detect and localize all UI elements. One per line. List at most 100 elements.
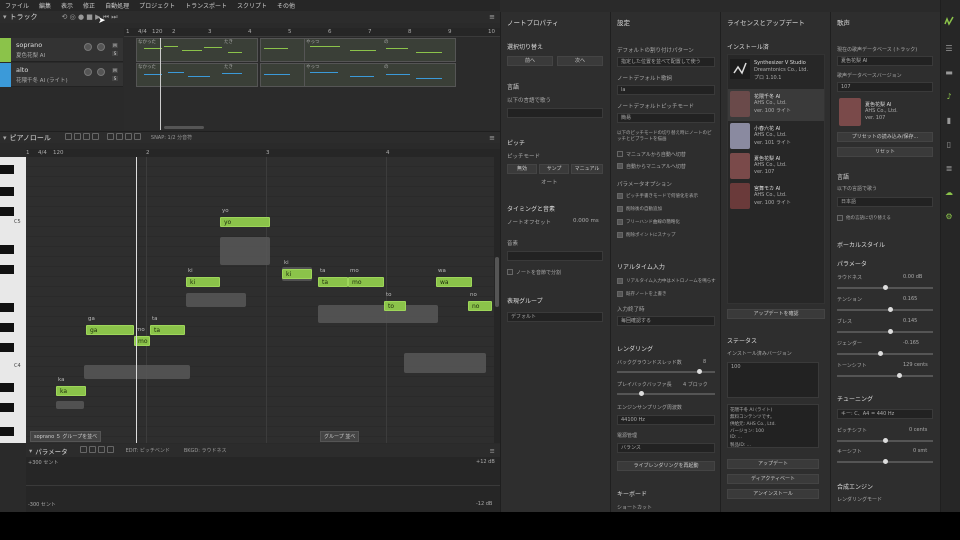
track-scrollbar[interactable]	[164, 126, 204, 129]
checkbox[interactable]	[617, 206, 623, 212]
mode-button[interactable]: サンプ	[539, 164, 569, 174]
samplerate-select[interactable]: 44100 Hz	[617, 415, 715, 425]
black-key[interactable]	[0, 383, 14, 392]
piano-keyboard[interactable]: C5 C4	[0, 157, 26, 443]
thread-slider[interactable]	[617, 369, 715, 374]
black-key[interactable]	[0, 207, 14, 216]
slider-knob[interactable]	[883, 438, 888, 443]
books-icon[interactable]: ▮	[944, 116, 954, 126]
slider-knob[interactable]	[878, 351, 884, 356]
preset-button[interactable]: プリセットの読み込み/保存...	[837, 132, 933, 142]
track-ruler[interactable]: 1 4/4 120 2 3 4 5 6 7 8 9 10	[124, 28, 500, 37]
note[interactable]: mo	[348, 277, 384, 287]
solo-button[interactable]: S	[112, 76, 118, 81]
input-end-select[interactable]: 毎回確認する	[617, 316, 715, 326]
black-key[interactable]	[0, 323, 14, 332]
next-button[interactable]: 次へ	[557, 56, 603, 66]
document-icon[interactable]: ▯	[944, 140, 954, 150]
checkbox[interactable]	[617, 193, 623, 199]
power-select[interactable]: バランス	[617, 443, 715, 453]
slider-knob[interactable]	[639, 391, 644, 396]
tool-icons[interactable]	[64, 133, 101, 142]
collapse-icon[interactable]: ▾	[3, 13, 7, 21]
lines-icon[interactable]: ≣	[944, 164, 954, 174]
playhead[interactable]	[160, 38, 161, 130]
menu-item[interactable]: 修正	[83, 1, 95, 10]
black-key[interactable]	[0, 403, 14, 412]
param-slider[interactable]	[837, 351, 933, 356]
slider-knob[interactable]	[883, 459, 888, 464]
language-select[interactable]	[507, 108, 603, 118]
black-key[interactable]	[0, 187, 14, 196]
menu-icon[interactable]: ≡	[489, 134, 495, 142]
slider-knob[interactable]	[896, 373, 902, 378]
note[interactable]: no	[468, 301, 492, 311]
update-button[interactable]: アップデート	[727, 459, 819, 469]
checkbox[interactable]	[617, 163, 623, 169]
menu-icon[interactable]: ≡	[489, 13, 495, 21]
product-list[interactable]: Synthesizer V Studio Dreamtonics Co., Lt…	[727, 54, 825, 304]
edit-param-label[interactable]: EDIT: ピッチベンド	[126, 447, 170, 454]
prev-button[interactable]: 前へ	[507, 56, 553, 66]
checkbox[interactable]	[837, 215, 843, 221]
menu-item[interactable]: ファイル	[5, 1, 29, 10]
menu-item[interactable]: 編集	[39, 1, 51, 10]
param-slider[interactable]	[837, 285, 933, 290]
mute-button[interactable]: M	[112, 43, 118, 48]
checkbox[interactable]	[617, 232, 623, 238]
note[interactable]: wa	[436, 277, 472, 287]
black-key[interactable]	[0, 165, 14, 174]
buffer-slider[interactable]	[617, 391, 715, 396]
solo-button[interactable]: S	[112, 51, 118, 56]
black-key[interactable]	[0, 245, 14, 254]
group-tag[interactable]: グループ 並べ	[320, 431, 360, 442]
param-tool-icons[interactable]	[79, 446, 116, 455]
checkbox[interactable]	[617, 278, 623, 284]
snap-label[interactable]: SNAP: 1/2 分音符	[151, 134, 192, 141]
pitch-shift-slider[interactable]	[837, 438, 933, 443]
black-key[interactable]	[0, 343, 14, 352]
uninstall-button[interactable]: アンインストール	[727, 489, 819, 499]
mode-button[interactable]: 無効	[507, 164, 537, 174]
key-shift-slider[interactable]	[837, 459, 933, 464]
slider-knob[interactable]	[887, 329, 893, 334]
edit-icons[interactable]	[106, 133, 143, 142]
video-icon[interactable]: ▬	[944, 68, 954, 78]
restart-render-button[interactable]: ライブレンダリングを再起動	[617, 461, 715, 471]
collapse-icon[interactable]: ▾	[3, 134, 7, 142]
checkbox[interactable]	[617, 151, 623, 157]
tuning-field[interactable]: キー: C、A4 = 440 Hz	[837, 409, 933, 419]
arrangement-area[interactable]: なかった たき やっつ の なかった たき やっつ の	[124, 38, 500, 130]
note[interactable]: ki	[282, 269, 312, 279]
pan-knob[interactable]	[97, 68, 105, 76]
param-slider[interactable]	[837, 373, 933, 378]
checkbox[interactable]	[617, 219, 623, 225]
group-select[interactable]: デフォルト	[507, 312, 603, 322]
bkgd-param-label[interactable]: BKGD: ラウドネス	[184, 447, 227, 454]
note[interactable]: to	[384, 301, 406, 311]
clip-soprano-3[interactable]	[304, 38, 456, 62]
volume-knob[interactable]	[84, 43, 92, 51]
phoneme-field[interactable]	[507, 251, 603, 261]
menu-icon[interactable]: ≡	[490, 447, 495, 455]
menu-item[interactable]: 自動処理	[105, 1, 129, 10]
clip-alto-3[interactable]	[304, 63, 456, 87]
menu-item[interactable]: その他	[277, 1, 295, 10]
mute-button[interactable]: M	[112, 68, 118, 73]
track-alto[interactable]: alto 花隈千冬 AI (ライト) M S	[0, 63, 123, 87]
check-update-button[interactable]: アップデートを確認	[727, 309, 825, 319]
mode-button[interactable]: マニュアル	[571, 164, 603, 174]
music-note-icon[interactable]: ♪	[944, 92, 954, 102]
pattern-select[interactable]: 指定した位置を並べて配置して使う	[617, 57, 715, 67]
black-key[interactable]	[0, 427, 14, 436]
param-slider[interactable]	[837, 329, 933, 334]
note[interactable]: ka	[56, 386, 86, 396]
slider-knob[interactable]	[883, 285, 888, 290]
note[interactable]: ki	[186, 277, 220, 287]
pitch-mode-select[interactable]: 簡易	[617, 113, 715, 123]
menu-item[interactable]: プロジェクト	[139, 1, 175, 10]
group-tag[interactable]: soprano ５ グループを並べ	[30, 431, 102, 442]
checkbox[interactable]	[617, 291, 623, 297]
reset-button[interactable]: リセット	[837, 147, 933, 157]
menu-item[interactable]: トランスポート	[185, 1, 227, 10]
